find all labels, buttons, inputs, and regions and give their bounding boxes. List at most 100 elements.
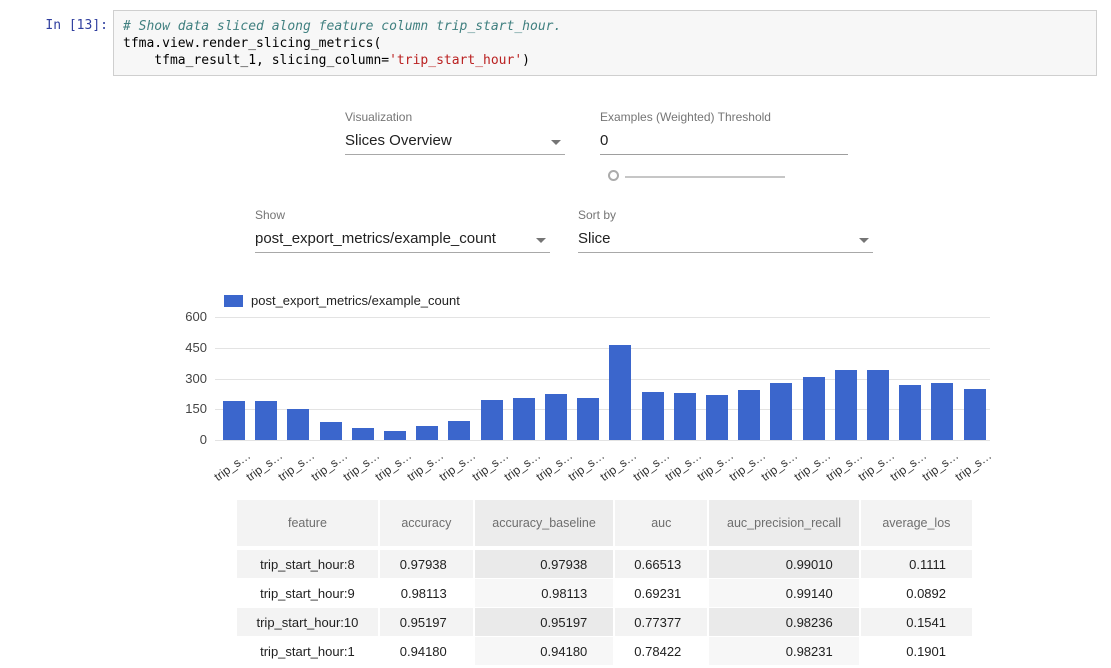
- notebook-output-page: In [13]: # Show data sliced along featur…: [0, 0, 1111, 668]
- code-line: tfma_result_1, slicing_column='trip_star…: [123, 52, 1087, 69]
- table-header-cell[interactable]: average_los: [861, 500, 974, 550]
- legend-label: post_export_metrics/example_count: [251, 293, 460, 308]
- gridline: [215, 440, 990, 441]
- visualization-field: Visualization Slices Overview: [345, 110, 565, 155]
- metric-cell: 0.95197: [475, 608, 616, 637]
- y-tick-label: 150: [175, 401, 207, 416]
- chart-bar[interactable]: [931, 383, 953, 440]
- feature-cell: trip_start_hour:9: [237, 579, 380, 608]
- gridline: [215, 348, 990, 349]
- metric-cell: 0.1901: [861, 637, 974, 666]
- code-editor[interactable]: # Show data sliced along feature column …: [113, 10, 1097, 76]
- slider-track[interactable]: [625, 176, 785, 178]
- chevron-down-icon: [551, 140, 561, 145]
- chart-bar[interactable]: [577, 398, 599, 440]
- chart-bar[interactable]: [448, 421, 470, 440]
- chart-bar[interactable]: [835, 370, 857, 440]
- metric-cell: 0.97938: [380, 550, 475, 579]
- feature-cell: trip_start_hour:8: [237, 550, 380, 579]
- table-row: trip_start_hour:100.951970.951970.773770…: [237, 608, 974, 637]
- chart-bar[interactable]: [545, 394, 567, 440]
- metric-cell: 0.94180: [380, 637, 475, 666]
- table-header-row: featureaccuracyaccuracy_baselineaucauc_p…: [237, 500, 974, 550]
- x-tick-label: trip_s…: [437, 448, 479, 484]
- metric-cell: 0.98113: [475, 579, 616, 608]
- x-tick-label: trip_s…: [952, 448, 994, 484]
- x-tick-label: trip_s…: [630, 448, 672, 484]
- sort-by-field: Sort by Slice: [578, 208, 873, 253]
- chart-bar[interactable]: [738, 390, 760, 440]
- table-header-cell[interactable]: accuracy_baseline: [475, 500, 616, 550]
- x-tick-label: trip_s…: [791, 448, 833, 484]
- metric-cell: 0.78422: [615, 637, 709, 666]
- chart-bar[interactable]: [899, 385, 921, 440]
- table-row: trip_start_hour:80.979380.979380.665130.…: [237, 550, 974, 579]
- chart-bar[interactable]: [674, 393, 696, 440]
- table-header-cell[interactable]: accuracy: [380, 500, 475, 550]
- x-tick-label: trip_s…: [598, 448, 640, 484]
- chart-bar[interactable]: [481, 400, 503, 440]
- chart-bar[interactable]: [223, 401, 245, 440]
- table-row: trip_start_hour:10.941800.941800.784220.…: [237, 637, 974, 666]
- threshold-input[interactable]: 0: [600, 127, 848, 155]
- chart-bar[interactable]: [416, 426, 438, 440]
- chart-bar[interactable]: [803, 377, 825, 440]
- code-line: # Show data sliced along feature column …: [123, 18, 1087, 35]
- visualization-value: Slices Overview: [345, 132, 452, 149]
- metric-cell: 0.98113: [380, 579, 475, 608]
- metric-cell: 0.98231: [709, 637, 860, 666]
- chart-plot-area: 0150300450600trip_s…trip_s…trip_s…trip_s…: [215, 317, 990, 440]
- x-tick-label: trip_s…: [759, 448, 801, 484]
- chart-bar[interactable]: [384, 431, 406, 440]
- y-tick-label: 600: [175, 309, 207, 324]
- metrics-table: featureaccuracyaccuracy_baselineaucauc_p…: [237, 500, 974, 666]
- metric-cell: 0.1541: [861, 608, 974, 637]
- show-dropdown[interactable]: post_export_metrics/example_count: [255, 225, 550, 253]
- metrics-table-wrap: featureaccuracyaccuracy_baselineaucauc_p…: [237, 500, 974, 668]
- chart-bar[interactable]: [255, 401, 277, 440]
- metric-cell: 0.95197: [380, 608, 475, 637]
- feature-cell: trip_start_hour:10: [237, 608, 380, 637]
- chart-bar[interactable]: [867, 370, 889, 440]
- feature-cell: trip_start_hour:1: [237, 637, 380, 666]
- sort-by-label: Sort by: [578, 208, 873, 222]
- slices-bar-chart: post_export_metrics/example_count 015030…: [185, 290, 1015, 485]
- show-field: Show post_export_metrics/example_count: [255, 208, 550, 253]
- show-label: Show: [255, 208, 550, 222]
- table-header-cell[interactable]: auc: [615, 500, 709, 550]
- show-value: post_export_metrics/example_count: [255, 230, 496, 247]
- table-header-cell[interactable]: auc_precision_recall: [709, 500, 860, 550]
- slider-knob[interactable]: [608, 170, 619, 181]
- sort-by-value: Slice: [578, 230, 611, 247]
- metric-cell: 0.66513: [615, 550, 709, 579]
- chart-bar[interactable]: [287, 409, 309, 440]
- chart-bar[interactable]: [513, 398, 535, 440]
- threshold-field: Examples (Weighted) Threshold 0: [600, 110, 848, 155]
- table-row: trip_start_hour:90.981130.981130.692310.…: [237, 579, 974, 608]
- metric-cell: 0.0892: [861, 579, 974, 608]
- y-tick-label: 300: [175, 371, 207, 386]
- visualization-label: Visualization: [345, 110, 565, 124]
- chart-bar[interactable]: [770, 383, 792, 440]
- chart-bar[interactable]: [706, 395, 728, 440]
- visualization-dropdown[interactable]: Slices Overview: [345, 127, 565, 155]
- x-tick-label: trip_s…: [920, 448, 962, 484]
- legend-swatch: [224, 295, 243, 307]
- threshold-slider[interactable]: [608, 169, 790, 185]
- chart-bar[interactable]: [642, 392, 664, 440]
- x-tick-label: trip_s…: [276, 448, 318, 484]
- x-tick-label: trip_s…: [469, 448, 511, 484]
- x-tick-label: trip_s…: [308, 448, 350, 484]
- threshold-label: Examples (Weighted) Threshold: [600, 110, 848, 124]
- metric-cell: 0.69231: [615, 579, 709, 608]
- sort-by-dropdown[interactable]: Slice: [578, 225, 873, 253]
- code-lines: # Show data sliced along feature column …: [123, 18, 1087, 69]
- table-header-cell[interactable]: feature: [237, 500, 380, 550]
- metric-cell: 0.1111: [861, 550, 974, 579]
- chart-bar[interactable]: [352, 428, 374, 440]
- metric-cell: 0.94180: [475, 637, 616, 666]
- chart-bar[interactable]: [320, 422, 342, 440]
- chart-bar[interactable]: [964, 389, 986, 440]
- chart-bar[interactable]: [609, 345, 631, 440]
- chevron-down-icon: [536, 238, 546, 243]
